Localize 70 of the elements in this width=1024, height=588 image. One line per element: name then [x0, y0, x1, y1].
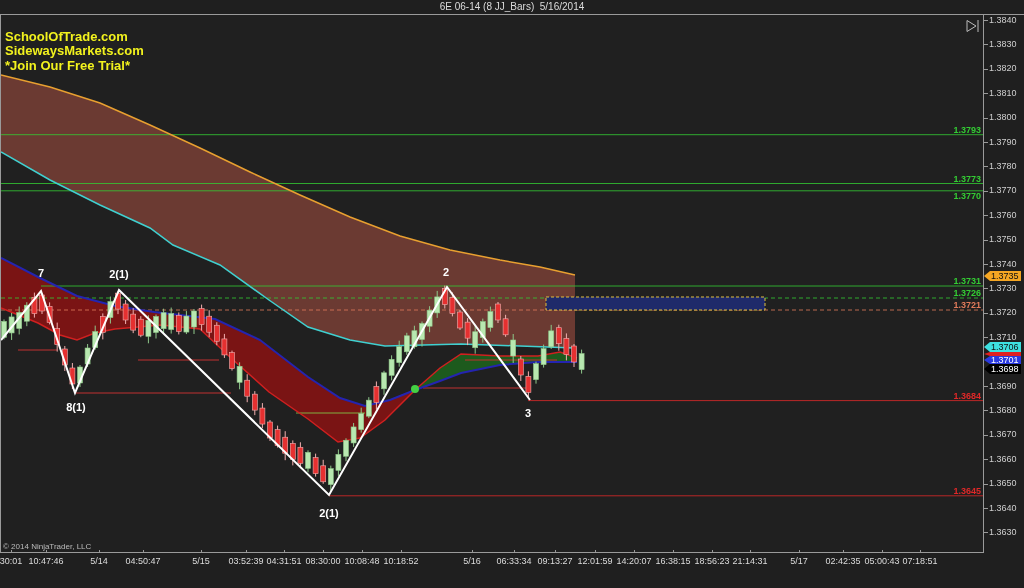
price-axis-label: 1.3820	[989, 64, 1017, 74]
promo-text: SchoolOfTrade.com	[5, 28, 128, 44]
price-axis-label: 1.3760	[989, 210, 1017, 220]
promo-text: *Join Our Free Trial*	[5, 57, 130, 73]
price-tag: 1.3706	[984, 342, 1021, 352]
price-axis-label: 1.3730	[989, 283, 1017, 293]
copyright-text: © 2014 NinjaTrader, LLC	[3, 542, 92, 551]
time-axis-label: 02:42:35	[825, 556, 861, 566]
skip-to-end-icon[interactable]	[966, 19, 979, 33]
time-axis-label: 16:38:15	[655, 556, 691, 566]
swing-label: 2	[442, 266, 450, 278]
price-level-label: 1.3731	[953, 276, 981, 286]
price-axis-label: 1.3690	[989, 381, 1017, 391]
price-axis-label: 1.3710	[989, 332, 1017, 342]
time-axis-label: 06:33:34	[496, 556, 532, 566]
time-axis-label: 09:13:27	[537, 556, 573, 566]
price-axis-label: 1.3770	[989, 186, 1017, 196]
price-axis-label: 1.3650	[989, 479, 1017, 489]
time-axis-label: 07:18:51	[902, 556, 938, 566]
price-axis-label: 1.3840	[989, 15, 1017, 25]
time-axis-label: 5/16	[463, 556, 481, 566]
price-level-label: 1.3726	[953, 288, 981, 298]
time-axis-label: 08:30:00	[305, 556, 341, 566]
time-axis-label: 04:31:51	[266, 556, 302, 566]
time-axis-label: 12:01:59	[577, 556, 613, 566]
price-axis-label: 1.3630	[989, 527, 1017, 537]
price-axis-label: 1.3720	[989, 308, 1017, 318]
price-axis-label: 1.3810	[989, 88, 1017, 98]
support-line	[17, 349, 58, 351]
price-axis-label: 1.3670	[989, 430, 1017, 440]
time-axis-label: 18:56:23	[694, 556, 730, 566]
price-axis-label: 1.3800	[989, 113, 1017, 123]
time-axis-label: 04:50:47	[125, 556, 161, 566]
time-axis-label: 21:14:31	[732, 556, 768, 566]
signal-dot-icon	[411, 385, 419, 393]
price-axis-label: 1.3750	[989, 235, 1017, 245]
time-axis-label: 5/17	[790, 556, 808, 566]
price-level-label: 1.3721	[953, 300, 981, 310]
time-axis-label: 30:01	[0, 556, 23, 566]
price-level-label: 1.3684	[953, 390, 981, 401]
support-line	[295, 412, 366, 414]
time-axis-label: 5/14	[90, 556, 108, 566]
swing-label: 8(1)	[66, 401, 86, 413]
time-axis-label: 10:18:52	[383, 556, 419, 566]
price-tag: 1.3701	[984, 356, 1021, 364]
price-axis-label: 1.3740	[989, 259, 1017, 269]
price-level-label: 1.3770	[953, 191, 981, 202]
price-axis-label: 1.3680	[989, 405, 1017, 415]
time-axis-label: 14:20:07	[616, 556, 652, 566]
price-axis-label: 1.3830	[989, 39, 1017, 49]
price-tag: 1.3698	[984, 364, 1021, 374]
time-axis-label: 10:08:48	[344, 556, 380, 566]
promo-text: SidewaysMarkets.com	[5, 43, 144, 58]
price-axis-label: 1.3780	[989, 161, 1017, 171]
time-axis-label: 05:00:43	[864, 556, 900, 566]
time-axis-label: 10:47:46	[28, 556, 64, 566]
price-axis-label: 1.3790	[989, 137, 1017, 147]
swing-label: 2(1)	[109, 268, 129, 280]
time-axis-label: 5/15	[192, 556, 210, 566]
price-axis-label: 1.3640	[989, 503, 1017, 513]
price-level-label: 1.3793	[953, 124, 981, 135]
swing-label: 2(1)	[319, 507, 339, 519]
price-level-label: 1.3773	[953, 173, 981, 184]
price-level-label: 1.3645	[953, 485, 981, 496]
chart-title: 6E 06-14 (8 JJ_Bars) 5/16/2014	[439, 1, 585, 13]
time-axis-label: 03:52:39	[228, 556, 264, 566]
price-axis-label: 1.3660	[989, 454, 1017, 464]
swing-label: 3	[524, 407, 532, 419]
price-tag: 1.3735	[984, 271, 1021, 281]
swing-label: 7	[37, 267, 45, 279]
